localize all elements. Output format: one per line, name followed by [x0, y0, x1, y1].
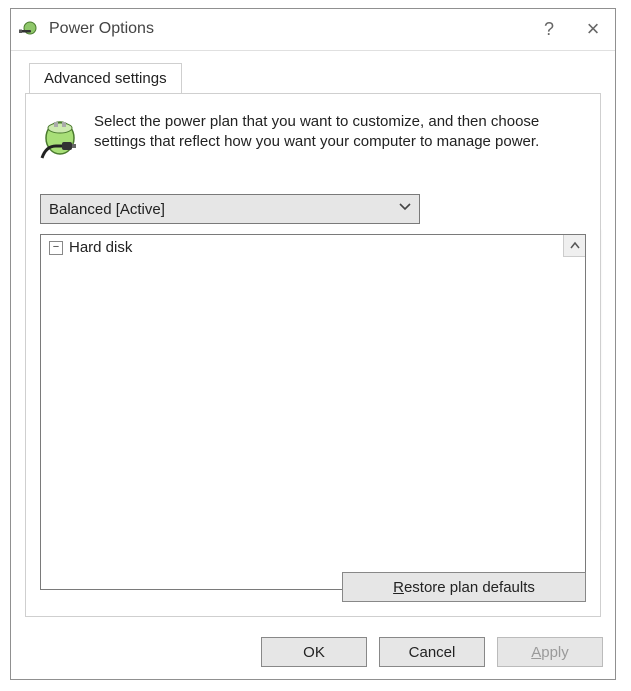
restore-plan-defaults-button[interactable]: Restore plan defaults	[342, 572, 586, 602]
tree-item-label: Hard disk	[69, 239, 132, 256]
settings-tree[interactable]: − Hard disk	[40, 234, 586, 590]
tree-item-hard-disk[interactable]: − Hard disk	[41, 235, 585, 260]
power-plan-selected-value: Balanced [Active]	[49, 201, 165, 218]
mnemonic: R	[393, 579, 404, 596]
apply-button: Apply	[497, 637, 603, 667]
battery-icon	[40, 114, 84, 164]
help-icon: ?	[544, 19, 554, 40]
help-button[interactable]: ?	[527, 9, 571, 49]
intro-text: Select the power plan that you want to c…	[94, 112, 582, 153]
titlebar: Power Options ? ×	[11, 9, 615, 49]
client-area: Advanced settings Select the power plan …	[11, 50, 615, 679]
scrollbar-up-button[interactable]	[563, 235, 585, 257]
power-options-window: Power Options ? × Advanced settings	[10, 8, 616, 680]
tree-collapse-icon[interactable]: −	[49, 241, 63, 255]
app-icon	[19, 18, 41, 40]
ok-button[interactable]: OK	[261, 637, 367, 667]
button-label: OK	[303, 644, 325, 661]
cancel-button[interactable]: Cancel	[379, 637, 485, 667]
window-title: Power Options	[49, 20, 154, 38]
dialog-button-row: OK Cancel Apply	[261, 637, 603, 667]
chevron-down-icon	[399, 201, 411, 213]
power-plan-selector[interactable]: Balanced [Active]	[40, 194, 420, 224]
tab-advanced-settings[interactable]: Advanced settings	[29, 63, 182, 93]
tab-label: Advanced settings	[44, 70, 167, 87]
button-label-rest: pply	[541, 644, 569, 661]
button-label: Cancel	[409, 644, 456, 661]
close-button[interactable]: ×	[571, 9, 615, 49]
tab-strip: Advanced settings	[29, 63, 182, 93]
mnemonic: A	[531, 644, 541, 661]
button-label-rest: estore plan defaults	[404, 579, 535, 596]
close-icon: ×	[587, 16, 600, 42]
advanced-settings-panel: Select the power plan that you want to c…	[25, 93, 601, 617]
